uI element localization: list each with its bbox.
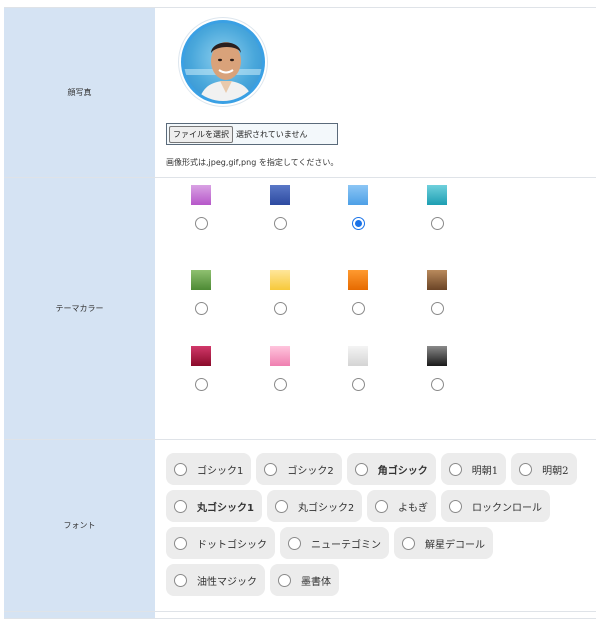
font-option-label: ゴシック1 bbox=[197, 465, 244, 477]
theme-radio-black[interactable] bbox=[431, 378, 444, 391]
profile-form-table: 顔写真 ファイルを選択 選択されていません 画像形式は,jpeg,gif,png… bbox=[4, 7, 596, 619]
theme-radio-pink[interactable] bbox=[274, 378, 287, 391]
theme-color-label: テーマカラー bbox=[4, 178, 155, 439]
theme-option-black[interactable] bbox=[407, 346, 467, 396]
font-radio[interactable] bbox=[375, 499, 388, 513]
font-option[interactable]: 墨書体 bbox=[270, 564, 339, 596]
theme-color-value bbox=[155, 178, 596, 439]
avatar-photo bbox=[184, 42, 262, 101]
font-option-label: 油性マジック bbox=[197, 576, 257, 588]
next-row bbox=[4, 611, 596, 619]
font-option[interactable]: 明朝1 bbox=[440, 453, 507, 485]
choose-file-button[interactable]: ファイルを選択 bbox=[169, 125, 233, 143]
next-row-label bbox=[4, 612, 155, 618]
font-option[interactable]: 角ゴシック bbox=[346, 453, 436, 485]
font-radio[interactable] bbox=[174, 573, 187, 587]
font-option-label: 墨書体 bbox=[301, 576, 331, 588]
font-option[interactable]: 解星デコール bbox=[394, 527, 493, 559]
theme-option-sky[interactable] bbox=[328, 185, 388, 235]
theme-option-yellow[interactable] bbox=[250, 270, 310, 320]
font-option[interactable]: 明朝2 bbox=[511, 453, 577, 485]
font-radio[interactable] bbox=[174, 462, 187, 476]
font-radio[interactable] bbox=[402, 536, 415, 550]
font-option-label: ドットゴシック bbox=[197, 539, 267, 551]
theme-option-green[interactable] bbox=[171, 270, 231, 320]
theme-option-teal[interactable] bbox=[407, 185, 467, 235]
font-option-label: 角ゴシック bbox=[377, 465, 428, 477]
theme-swatch-green bbox=[191, 270, 211, 290]
theme-option-navy[interactable] bbox=[250, 185, 310, 235]
theme-radio-orange[interactable] bbox=[352, 302, 365, 315]
font-option[interactable]: ニューテゴミン bbox=[280, 527, 389, 559]
avatar bbox=[181, 20, 265, 104]
file-status-text: 選択されていません bbox=[236, 129, 308, 139]
font-option-label: ロックンロール bbox=[472, 502, 542, 514]
theme-swatch-navy bbox=[270, 185, 290, 205]
file-format-hint: 画像形式は,jpeg,gif,png を指定してください。 bbox=[166, 158, 339, 167]
font-radio[interactable] bbox=[288, 536, 301, 550]
theme-option-purple[interactable] bbox=[171, 185, 231, 235]
font-option-label: 解星デコール bbox=[425, 539, 485, 551]
theme-radio-purple[interactable] bbox=[195, 217, 208, 230]
theme-swatch-crimson bbox=[191, 346, 211, 366]
font-option[interactable]: よもぎ bbox=[367, 490, 436, 522]
font-option[interactable]: 丸ゴシック2 bbox=[266, 490, 362, 522]
theme-swatch-pink bbox=[270, 346, 290, 366]
photo-row: 顔写真 ファイルを選択 選択されていません 画像形式は,jpeg,gif,png… bbox=[4, 7, 596, 177]
theme-radio-silver[interactable] bbox=[352, 378, 365, 391]
font-label: フォント bbox=[4, 440, 155, 611]
theme-radio-crimson[interactable] bbox=[195, 378, 208, 391]
font-option-label: 丸ゴシック2 bbox=[297, 502, 354, 514]
font-radio[interactable] bbox=[274, 499, 288, 513]
theme-swatch-yellow bbox=[270, 270, 290, 290]
file-input[interactable]: ファイルを選択 選択されていません bbox=[166, 123, 338, 145]
font-option-label: よもぎ bbox=[398, 502, 428, 514]
theme-radio-navy[interactable] bbox=[274, 217, 287, 230]
font-option-label: 明朝1 bbox=[471, 465, 499, 477]
font-value: ゴシック1 ゴシック2 角ゴシック 明朝1 明朝2 丸ゴシック1 丸ゴシック2 よもぎ ロックン… bbox=[155, 440, 596, 611]
font-option-label: ニューテゴミン bbox=[311, 539, 381, 551]
font-radio[interactable] bbox=[354, 462, 368, 476]
photo-label: 顔写真 bbox=[4, 8, 155, 177]
theme-swatch-silver bbox=[348, 346, 368, 366]
font-option-label: 丸ゴシック1 bbox=[197, 502, 254, 514]
theme-swatch-purple bbox=[191, 185, 211, 205]
font-radio[interactable] bbox=[174, 499, 187, 513]
theme-radio-yellow[interactable] bbox=[274, 302, 287, 315]
theme-option-pink[interactable] bbox=[250, 346, 310, 396]
theme-swatch-sky bbox=[348, 185, 368, 205]
font-row: フォント ゴシック1 ゴシック2 角ゴシック 明朝1 明朝2 丸ゴシック1 丸ゴシック2 よも… bbox=[4, 439, 596, 611]
theme-option-orange[interactable] bbox=[328, 270, 388, 320]
font-option[interactable]: ドットゴシック bbox=[166, 527, 275, 559]
font-radio[interactable] bbox=[264, 462, 278, 476]
font-radio[interactable] bbox=[449, 499, 462, 513]
theme-swatch-brown bbox=[427, 270, 447, 290]
theme-option-brown[interactable] bbox=[407, 270, 467, 320]
font-option-label: ゴシック2 bbox=[287, 465, 334, 477]
theme-swatch-black bbox=[427, 346, 447, 366]
font-radio[interactable] bbox=[448, 462, 462, 476]
theme-option-crimson[interactable] bbox=[171, 346, 231, 396]
font-radio[interactable] bbox=[174, 536, 187, 550]
theme-swatch-orange bbox=[348, 270, 368, 290]
font-option[interactable]: 油性マジック bbox=[166, 564, 265, 596]
font-options: ゴシック1 ゴシック2 角ゴシック 明朝1 明朝2 丸ゴシック1 丸ゴシック2 よもぎ ロックン… bbox=[166, 453, 586, 596]
theme-radio-green[interactable] bbox=[195, 302, 208, 315]
theme-radio-teal[interactable] bbox=[431, 217, 444, 230]
font-radio[interactable] bbox=[278, 573, 291, 587]
theme-swatch-teal bbox=[427, 185, 447, 205]
font-option[interactable]: ロックンロール bbox=[441, 490, 550, 522]
theme-radio-brown[interactable] bbox=[431, 302, 444, 315]
font-option-label: 明朝2 bbox=[542, 465, 569, 477]
font-radio[interactable] bbox=[519, 462, 533, 476]
theme-option-silver[interactable] bbox=[328, 346, 388, 396]
theme-radio-sky[interactable] bbox=[352, 217, 365, 230]
font-option[interactable]: 丸ゴシック1 bbox=[166, 490, 262, 522]
photo-value: ファイルを選択 選択されていません 画像形式は,jpeg,gif,png を指定… bbox=[155, 8, 596, 177]
avatar-frame bbox=[179, 18, 267, 106]
font-option[interactable]: ゴシック2 bbox=[256, 453, 342, 485]
font-option[interactable]: ゴシック1 bbox=[166, 453, 252, 485]
theme-color-row: テーマカラー bbox=[4, 177, 596, 439]
